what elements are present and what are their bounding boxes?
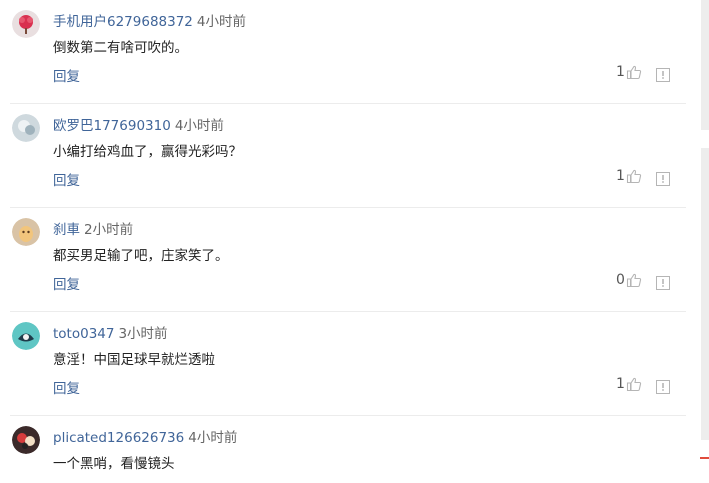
comment-item: 手机用户6279688372 4小时前 倒数第二有啥可吹的。 回复 1	[10, 0, 686, 104]
reply-button[interactable]: 回复	[53, 169, 80, 189]
comment-time: 2小时前	[84, 222, 134, 238]
report-icon[interactable]	[656, 171, 670, 186]
like-button[interactable]: 1	[616, 376, 642, 392]
username-link[interactable]: toto0347	[53, 326, 114, 342]
comment-text: 小编打给鸡血了，赢得光彩吗？	[53, 144, 242, 160]
comment-text: 一个黑哨，看慢镜头	[53, 456, 175, 472]
like-button[interactable]: 0	[616, 272, 642, 288]
scrollbar-track[interactable]	[701, 0, 709, 130]
scrollbar-track[interactable]	[701, 148, 709, 440]
avatar[interactable]	[12, 114, 40, 142]
avatar[interactable]	[12, 10, 40, 38]
username-link[interactable]: 刹車	[53, 222, 80, 238]
like-count: 0	[616, 272, 625, 288]
reply-button[interactable]: 回复	[53, 377, 80, 397]
comment-time: 4小时前	[188, 430, 238, 446]
comment-meta: 手机用户6279688372 4小时前	[53, 10, 246, 30]
thumbs-up-icon	[626, 168, 642, 184]
thumbs-up-icon	[626, 376, 642, 392]
reply-button[interactable]: 回复	[53, 273, 80, 293]
comment-time: 4小时前	[196, 14, 246, 30]
like-count: 1	[616, 376, 625, 392]
like-button[interactable]: 1	[616, 168, 642, 184]
comment-meta: plicated126626736 4小时前	[53, 426, 237, 446]
like-count: 1	[616, 168, 625, 184]
like-button[interactable]: 1	[616, 64, 642, 80]
comment-item: toto0347 3小时前 意淫！中国足球早就烂透啦 回复 1	[10, 312, 686, 416]
comment-item: 刹車 2小时前 都买男足输了吧，庄家笑了。 回复 0	[10, 208, 686, 312]
comment-item: 欧罗巴177690310 4小时前 小编打给鸡血了，赢得光彩吗？ 回复 1	[10, 104, 686, 208]
comment-text: 倒数第二有啥可吹的。	[53, 40, 188, 56]
username-link[interactable]: plicated126626736	[53, 430, 184, 446]
comment-time: 3小时前	[118, 326, 168, 342]
thumbs-up-icon	[626, 64, 642, 80]
avatar[interactable]	[12, 218, 40, 246]
divider-accent	[700, 457, 709, 459]
report-icon[interactable]	[656, 275, 670, 290]
comment-meta: 刹車 2小时前	[53, 218, 133, 238]
comment-item: plicated126626736 4小时前 一个黑哨，看慢镜头	[10, 416, 686, 483]
comment-list: 手机用户6279688372 4小时前 倒数第二有啥可吹的。 回复 1 欧罗巴17…	[0, 0, 690, 483]
avatar[interactable]	[12, 426, 40, 454]
comment-text: 都买男足输了吧，庄家笑了。	[53, 248, 229, 264]
thumbs-up-icon	[626, 272, 642, 288]
comment-meta: toto0347 3小时前	[53, 322, 168, 342]
like-count: 1	[616, 64, 625, 80]
username-link[interactable]: 欧罗巴177690310	[53, 118, 171, 134]
report-icon[interactable]	[656, 379, 670, 394]
report-icon[interactable]	[656, 67, 670, 82]
comment-time: 4小时前	[174, 118, 224, 134]
username-link[interactable]: 手机用户6279688372	[53, 14, 193, 30]
comment-text: 意淫！中国足球早就烂透啦	[53, 352, 215, 368]
reply-button[interactable]: 回复	[53, 65, 80, 85]
comment-meta: 欧罗巴177690310 4小时前	[53, 114, 224, 134]
avatar[interactable]	[12, 322, 40, 350]
